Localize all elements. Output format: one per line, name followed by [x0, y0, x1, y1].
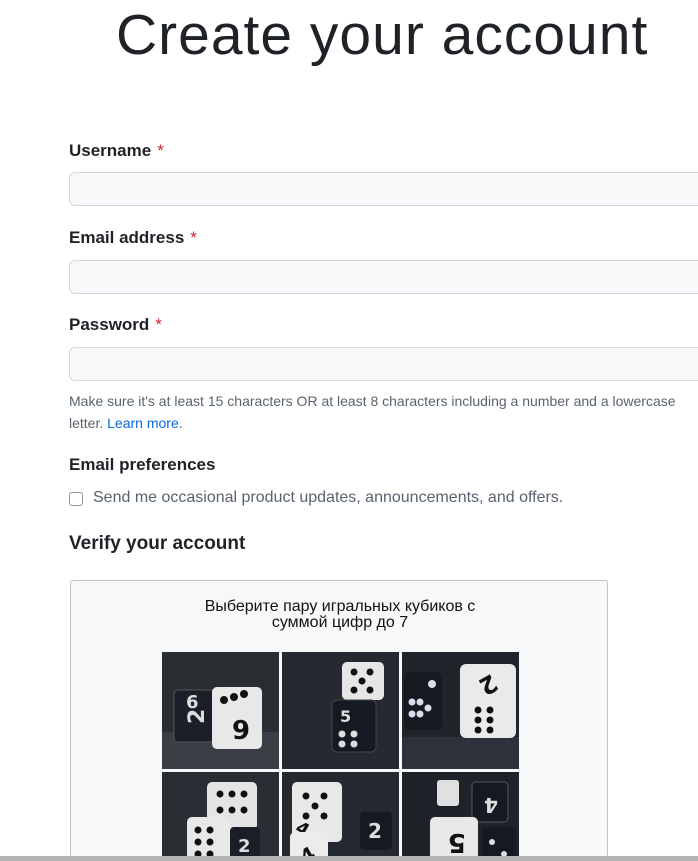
captcha-tile-4[interactable]: 2 1 [162, 772, 279, 861]
password-hint: Make sure it's at least 15 characters OR… [69, 390, 698, 434]
svg-text:4: 4 [484, 793, 498, 817]
dice-image-4: 2 1 [162, 772, 279, 861]
captcha-tile-1[interactable]: 2 6 6 [162, 652, 279, 769]
updates-checkbox-label[interactable]: Send me occasional product updates, anno… [93, 489, 563, 507]
captcha-tile-6[interactable]: 4 5 [402, 772, 519, 861]
captcha-instruction: Выберите пару игральных кубиков с суммой… [71, 599, 609, 631]
dice-image-1: 2 6 6 [162, 652, 279, 769]
dice-image-2: 5 [282, 652, 399, 769]
svg-text:5: 5 [448, 827, 466, 857]
captcha-tile-2[interactable]: 5 [282, 652, 399, 769]
dice-image-5: 4 4 2 [282, 772, 399, 861]
captcha-panel: Выберите пару игральных кубиков с суммой… [70, 580, 608, 861]
page-title: Create your account [116, 3, 649, 67]
password-input[interactable] [69, 347, 698, 381]
password-required-mark: * [155, 315, 162, 334]
email-required-mark: * [190, 228, 197, 247]
username-input[interactable] [69, 172, 698, 206]
email-preferences-row[interactable]: Send me occasional product updates, anno… [69, 489, 563, 507]
verify-account-title: Verify your account [69, 533, 246, 554]
username-label-text: Username [69, 141, 152, 160]
captcha-tile-5[interactable]: 4 4 2 [282, 772, 399, 861]
password-hint-period: . [178, 415, 183, 431]
signup-page: Create your account Username * Email addr… [0, 0, 698, 861]
svg-text:6: 6 [186, 692, 199, 713]
dice-image-6: 4 5 [402, 772, 519, 861]
email-label-text: Email address [69, 228, 185, 247]
username-label: Username * [69, 141, 164, 161]
dice-image-3: 2 [402, 652, 519, 769]
svg-text:2: 2 [368, 819, 382, 843]
username-required-mark: * [157, 141, 164, 160]
svg-text:5: 5 [340, 707, 351, 726]
password-label: Password * [69, 315, 162, 335]
updates-checkbox[interactable] [69, 492, 83, 506]
svg-text:6: 6 [232, 713, 250, 743]
email-input[interactable] [69, 260, 698, 294]
password-label-text: Password [69, 315, 150, 334]
email-preferences-title: Email preferences [69, 455, 216, 474]
bottom-scroll-edge [0, 856, 698, 861]
svg-text:2: 2 [238, 836, 251, 857]
captcha-instruction-line-2: суммой цифр до 7 [271, 614, 409, 631]
captcha-instruction-line-1: Выберите пару игральных кубиков с [204, 598, 476, 615]
learn-more-link[interactable]: Learn more [107, 415, 179, 431]
email-label: Email address * [69, 228, 197, 248]
captcha-tile-3[interactable]: 2 [402, 652, 519, 769]
